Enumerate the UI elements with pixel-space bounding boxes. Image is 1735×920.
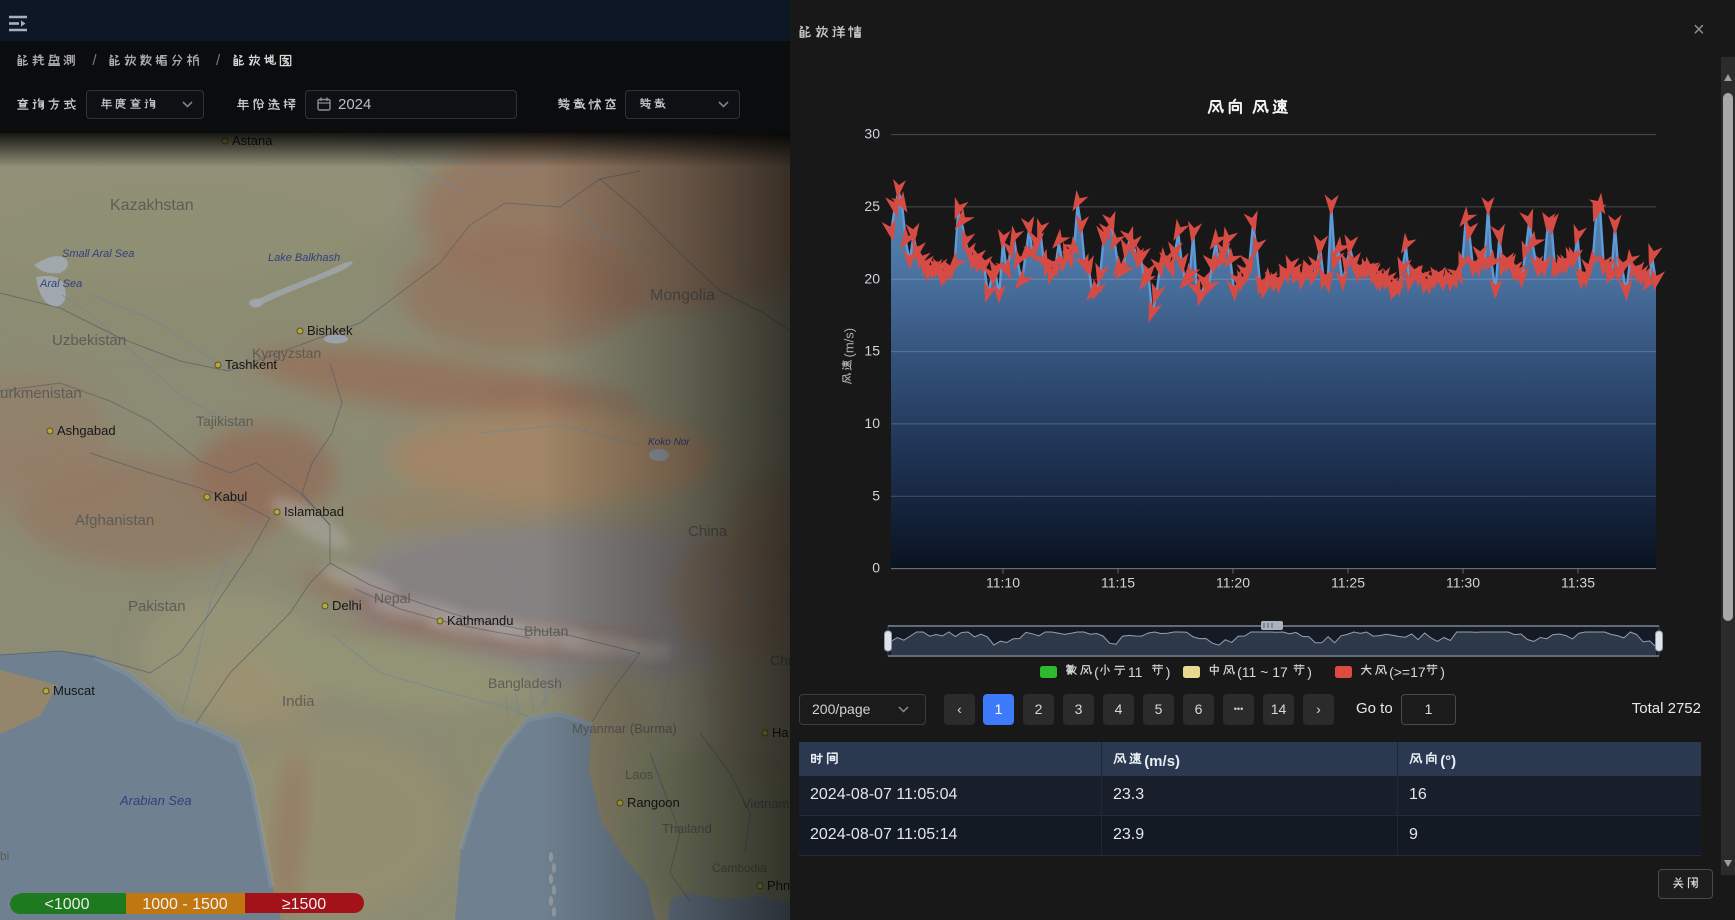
svg-text:11:15: 11:15 <box>1101 575 1135 591</box>
svg-text:10: 10 <box>864 415 880 431</box>
svg-text:25: 25 <box>864 198 880 214</box>
svg-text:30: 30 <box>864 126 880 142</box>
svg-text:0: 0 <box>872 560 880 576</box>
svg-text:5: 5 <box>872 487 880 503</box>
svg-text:20: 20 <box>864 270 880 286</box>
svg-text:(11 ~ 17: (11 ~ 17 <box>1237 664 1288 680</box>
svg-text:11:20: 11:20 <box>1216 575 1250 591</box>
svg-text:11:25: 11:25 <box>1331 575 1365 591</box>
svg-text:(°): (°) <box>1440 753 1456 770</box>
svg-text:): ) <box>1440 664 1445 680</box>
svg-text:1000 - 1500: 1000 - 1500 <box>142 896 228 913</box>
svg-text:11:35: 11:35 <box>1561 575 1595 591</box>
svg-text:11:30: 11:30 <box>1446 575 1480 591</box>
svg-text:(>=17: (>=17 <box>1389 664 1426 680</box>
svg-text:): ) <box>1307 664 1312 680</box>
svg-text:(: ( <box>1094 664 1099 680</box>
svg-text:15: 15 <box>864 343 880 359</box>
svg-text:(m/s): (m/s) <box>1144 753 1180 770</box>
svg-text:): ) <box>1166 664 1171 680</box>
svg-text:(m/s): (m/s) <box>842 328 857 358</box>
svg-text:<1000: <1000 <box>45 896 90 913</box>
svg-text:≥1500: ≥1500 <box>282 896 326 913</box>
svg-text:11: 11 <box>1128 664 1143 680</box>
svg-text:11:10: 11:10 <box>986 575 1020 591</box>
